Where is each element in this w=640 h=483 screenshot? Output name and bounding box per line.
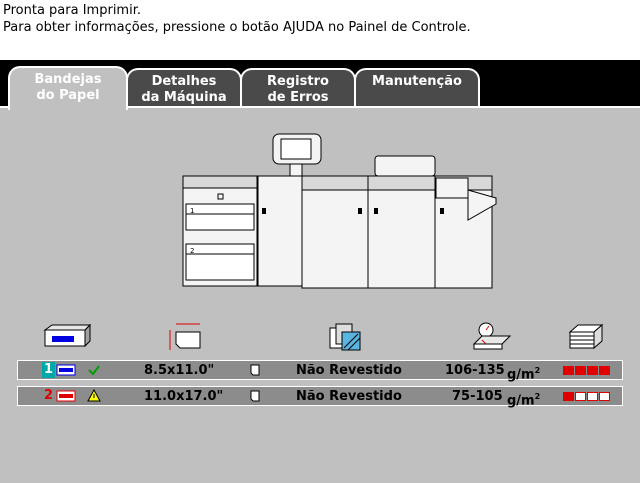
tray-row-1[interactable]: 1 8.5x11.0" Não Revestido 106-135 g/m2 (17, 360, 623, 383)
tab-machine-details[interactable]: Detalhes da Máquina (126, 68, 242, 108)
tab-label-line1: Bandejas (34, 72, 102, 87)
tray-icon (56, 364, 76, 376)
tab-label-line1: Detalhes (151, 74, 217, 89)
tray-paper-type: Não Revestido (296, 363, 402, 378)
tray-row-2[interactable]: 2 11.0x17.0" Não Revestido 75-105 g/m2 (17, 386, 623, 409)
printer-illustration-icon: 12 (182, 133, 497, 289)
paper-stack-level-icon (568, 323, 604, 350)
weight-unit: g/m2 (507, 366, 541, 383)
paper-weight-icon (472, 322, 512, 350)
paper-portrait-icon (250, 390, 260, 402)
status-bar: Pronta para Imprimir. Para obter informa… (0, 0, 640, 60)
paper-level-meter (563, 392, 610, 401)
paper-level-meter (563, 366, 610, 375)
help-hint: Para obter informações, pressione o botã… (3, 20, 471, 35)
tray-paper-size: 11.0x17.0" (144, 389, 224, 404)
tab-label-line2: da Máquina (141, 90, 227, 105)
svg-text:1: 1 (190, 207, 194, 215)
svg-text:2: 2 (190, 247, 194, 255)
tray-paper-type: Não Revestido (296, 389, 402, 404)
weight-unit: g/m2 (507, 392, 541, 409)
paper-size-icon (169, 323, 201, 350)
tab-label-line1: Registro (267, 74, 329, 89)
tab-label-line1: Manutenção (372, 74, 462, 89)
paper-portrait-icon (250, 364, 260, 376)
tray-icon (56, 390, 76, 402)
paper-type-icon (329, 323, 361, 351)
tray-paper-weight: 106-135 (445, 363, 505, 378)
tab-error-log[interactable]: Registro de Erros (240, 68, 356, 108)
warning-icon (87, 389, 101, 402)
tab-label-line2: do Papel (36, 88, 100, 103)
tray-number: 1 (42, 362, 56, 378)
tab-maintenance[interactable]: Manutenção (354, 68, 480, 108)
tray-number: 2 (44, 388, 54, 403)
check-icon (88, 365, 100, 376)
tab-label-line2: de Erros (267, 90, 329, 105)
tray-paper-size: 8.5x11.0" (144, 363, 215, 378)
paper-tray-icon (43, 323, 92, 348)
status-message: Pronta para Imprimir. (3, 3, 141, 18)
tray-paper-weight: 75-105 (452, 389, 503, 404)
tab-paper-trays[interactable]: Bandejas do Papel (8, 66, 128, 110)
